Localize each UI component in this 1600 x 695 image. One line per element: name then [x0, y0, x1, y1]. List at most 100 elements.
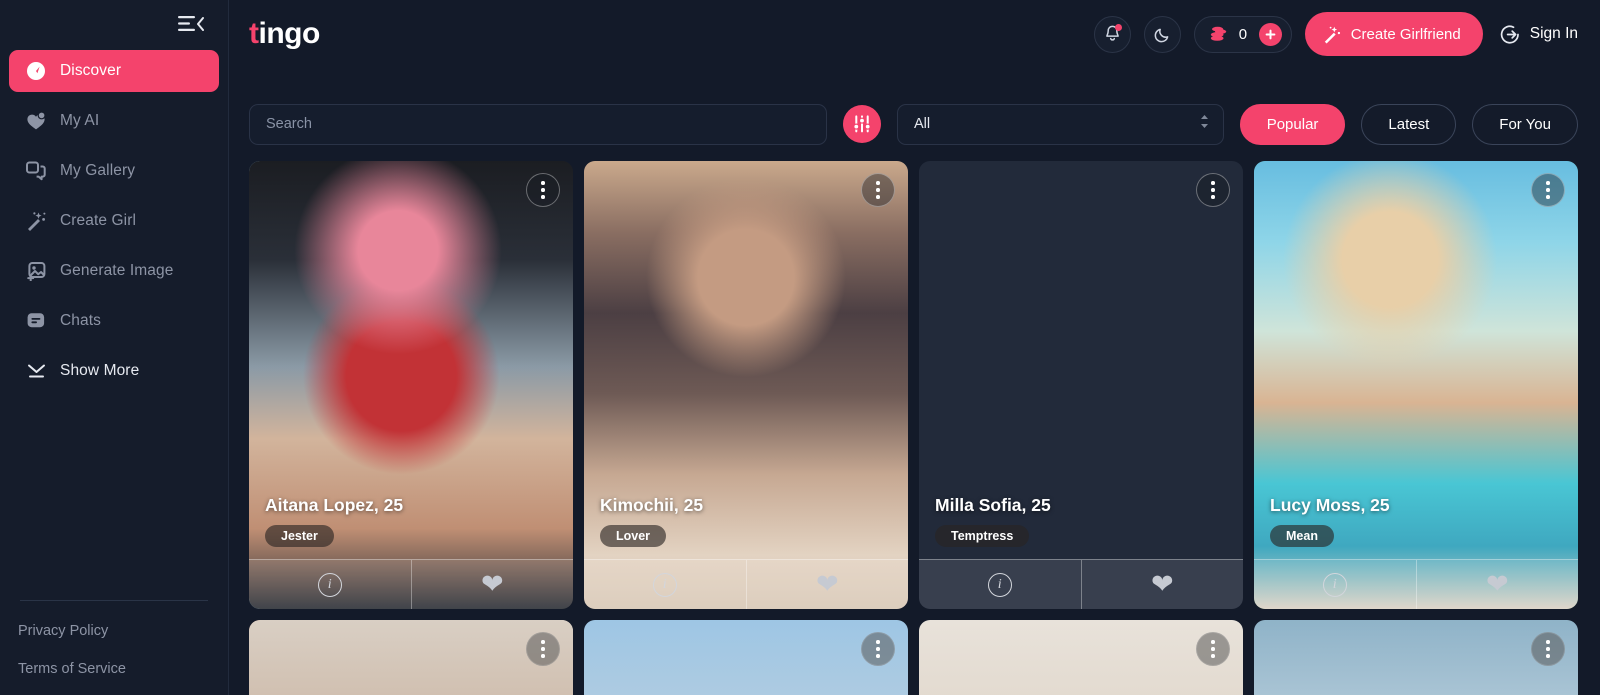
compass-icon	[25, 60, 47, 82]
magic-wand-icon	[1324, 26, 1340, 44]
header-actions: 0 Create Girlfriend Sign In	[1093, 12, 1578, 56]
sidebar: Discover My AI My Gallery Create Girl Ge…	[0, 0, 229, 695]
sliders-icon	[853, 115, 871, 133]
sidebar-item-my-ai[interactable]: My AI	[9, 100, 219, 142]
chevron-double-down-icon	[25, 360, 47, 382]
card-action-bar: i ❤	[1254, 559, 1578, 609]
heart-icon: ❤	[1485, 569, 1509, 599]
kebab-menu-icon[interactable]	[526, 632, 560, 666]
moon-icon	[1154, 28, 1169, 42]
sidebar-item-show-more[interactable]: Show More	[9, 350, 219, 392]
card-info-button[interactable]: i	[1254, 560, 1416, 609]
card-action-bar: i ❤	[249, 559, 573, 609]
notifications-button[interactable]	[1093, 15, 1131, 53]
sidebar-item-label: Show More	[60, 362, 140, 380]
kebab-menu-icon[interactable]	[1196, 632, 1230, 666]
coin-count: 0	[1238, 25, 1248, 43]
character-name: Lucy Moss, 25	[1270, 495, 1390, 515]
magic-wand-icon	[25, 210, 47, 232]
character-card[interactable]: Kimochii, 25 Lover i ❤	[584, 161, 908, 609]
tab-for-you[interactable]: For You	[1472, 103, 1578, 145]
character-info: Lucy Moss, 25 Mean	[1270, 495, 1390, 547]
tab-latest[interactable]: Latest	[1361, 103, 1457, 145]
coin-balance[interactable]: 0	[1193, 15, 1292, 53]
plus-circle-icon[interactable]	[1258, 22, 1282, 46]
heart-plus-icon	[25, 110, 47, 132]
sign-in-button[interactable]: Sign In	[1496, 24, 1578, 45]
info-icon: i	[652, 572, 677, 597]
sidebar-item-chats[interactable]: Chats	[9, 300, 219, 342]
heart-icon: ❤	[1150, 569, 1174, 599]
character-name: Milla Sofia, 25	[935, 495, 1051, 515]
character-card[interactable]: Milla Sofia, 25 Temptress i ❤	[919, 161, 1243, 609]
terms-of-service-link[interactable]: Terms of Service	[18, 661, 210, 677]
character-card[interactable]	[1254, 620, 1578, 695]
character-card[interactable]	[919, 620, 1243, 695]
card-like-button[interactable]: ❤	[1415, 560, 1579, 609]
app-root: Discover My AI My Gallery Create Girl Ge…	[0, 0, 1600, 695]
card-like-button[interactable]: ❤	[745, 560, 909, 609]
character-info: Aitana Lopez, 25 Jester	[265, 495, 403, 547]
character-info: Kimochii, 25 Lover	[600, 495, 703, 547]
theme-toggle-button[interactable]	[1143, 15, 1181, 53]
logo-first-letter: t	[249, 17, 259, 50]
character-tag-badge: Lover	[600, 525, 667, 547]
character-tag-badge: Jester	[265, 525, 334, 547]
card-action-bar: i ❤	[584, 559, 908, 609]
character-card[interactable]	[249, 620, 573, 695]
sidebar-footer: Privacy Policy Terms of Service	[0, 600, 228, 681]
category-select[interactable]: All	[896, 103, 1224, 145]
notification-badge	[1114, 23, 1122, 31]
card-info-button[interactable]: i	[249, 560, 411, 609]
kebab-menu-icon[interactable]	[861, 173, 895, 207]
sidebar-item-label: Discover	[60, 62, 122, 80]
sidebar-item-label: Chats	[60, 312, 101, 330]
heart-icon: ❤	[815, 569, 839, 599]
sidebar-item-label: My AI	[60, 112, 100, 130]
kebab-menu-icon[interactable]	[861, 632, 895, 666]
divider	[20, 600, 208, 601]
kebab-menu-icon[interactable]	[1531, 632, 1565, 666]
character-photo	[584, 620, 908, 695]
sidebar-item-discover[interactable]: Discover	[9, 50, 219, 92]
character-grid: Aitana Lopez, 25 Jester i ❤ Kimochii, 25…	[229, 152, 1600, 695]
card-like-button[interactable]: ❤	[1080, 560, 1244, 609]
sidebar-item-label: Generate Image	[60, 262, 174, 280]
sign-in-arrow-icon	[1500, 25, 1519, 43]
kebab-menu-icon[interactable]	[1196, 173, 1230, 207]
privacy-policy-link[interactable]: Privacy Policy	[18, 623, 210, 639]
search-input[interactable]	[249, 103, 827, 145]
character-card[interactable]	[584, 620, 908, 695]
sidebar-item-label: Create Girl	[60, 212, 137, 230]
sidebar-nav: Discover My AI My Gallery Create Girl Ge…	[0, 50, 228, 400]
character-card[interactable]: Aitana Lopez, 25 Jester i ❤	[249, 161, 573, 609]
sidebar-header	[0, 0, 228, 48]
filter-settings-button[interactable]	[842, 105, 881, 143]
character-photo	[249, 620, 573, 695]
sidebar-collapse-icon[interactable]	[176, 12, 206, 36]
card-info-button[interactable]: i	[584, 560, 746, 609]
info-icon: i	[1322, 572, 1347, 597]
category-select-wrapper: All	[896, 103, 1224, 145]
card-info-button[interactable]: i	[919, 560, 1081, 609]
logo-rest: ingo	[258, 17, 321, 50]
main-content: tingo 0 Create Girlfriend Sign In Search…	[229, 0, 1600, 695]
sidebar-item-label: My Gallery	[60, 162, 136, 180]
sidebar-item-generate-image[interactable]: Generate Image	[9, 250, 219, 292]
coins-icon	[1210, 26, 1226, 41]
sidebar-item-my-gallery[interactable]: My Gallery	[9, 150, 219, 192]
tab-popular[interactable]: Popular	[1239, 103, 1346, 145]
info-icon: i	[987, 572, 1012, 597]
create-girlfriend-button[interactable]: Create Girlfriend	[1304, 12, 1483, 56]
top-header: tingo 0 Create Girlfriend Sign In	[229, 0, 1600, 68]
character-name: Aitana Lopez, 25	[265, 495, 404, 515]
app-logo[interactable]: tingo	[249, 19, 320, 49]
kebab-menu-icon[interactable]	[1531, 173, 1565, 207]
filter-bar: All Popular Latest For You	[229, 96, 1600, 152]
sidebar-item-create-girl[interactable]: Create Girl	[9, 200, 219, 242]
kebab-menu-icon[interactable]	[526, 173, 560, 207]
character-card[interactable]: Lucy Moss, 25 Mean i ❤	[1254, 161, 1578, 609]
card-like-button[interactable]: ❤	[410, 560, 574, 609]
card-action-bar: i ❤	[919, 559, 1243, 609]
character-photo	[919, 620, 1243, 695]
